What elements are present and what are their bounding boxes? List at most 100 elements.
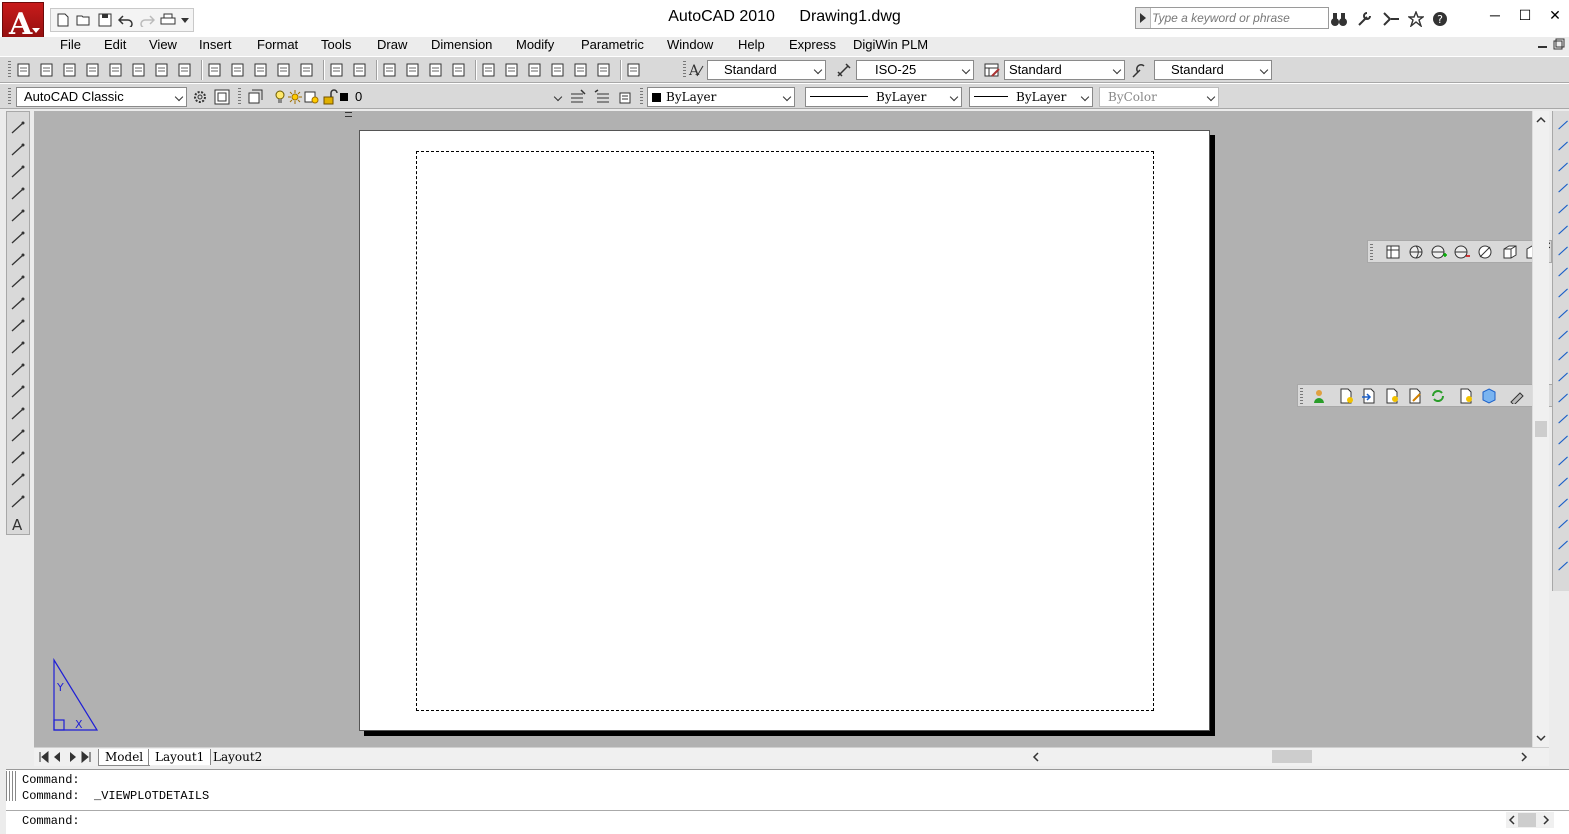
vertical-scrollbar[interactable]: [1532, 111, 1549, 747]
user-icon[interactable]: [1311, 388, 1327, 404]
redo-icon[interactable]: [352, 62, 368, 78]
multileader-style-combo[interactable]: Standard: [1154, 60, 1272, 80]
multiline-text-icon[interactable]: A: [10, 516, 26, 532]
favorites-star-icon[interactable]: [1408, 11, 1424, 27]
workspace-combo[interactable]: AutoCAD Classic: [16, 87, 187, 107]
table-style-combo[interactable]: Standard: [1004, 60, 1125, 80]
menu-tools[interactable]: Tools: [321, 37, 351, 53]
rectangle-icon[interactable]: [10, 208, 26, 224]
modify-tool-icon[interactable]: [1557, 180, 1569, 196]
menu-modify[interactable]: Modify: [516, 37, 554, 53]
workspace-settings-icon[interactable]: [192, 89, 208, 105]
3dprint-icon[interactable]: [154, 62, 170, 78]
help-icon[interactable]: ?: [1432, 11, 1448, 27]
search-expand-icon[interactable]: [1136, 8, 1151, 28]
linetype-combo[interactable]: ByLayer: [805, 87, 962, 107]
orbit-globe-icon[interactable]: [1408, 244, 1424, 260]
modify-tool-icon[interactable]: [1557, 495, 1569, 511]
cube-blue-icon[interactable]: [1481, 388, 1497, 404]
help-icon[interactable]: [626, 62, 642, 78]
zoom-previous-icon[interactable]: [451, 62, 467, 78]
modify-tool-icon[interactable]: [1557, 516, 1569, 532]
toolbar-grip[interactable]: [1300, 388, 1303, 404]
tab-layout1[interactable]: Layout1: [148, 749, 212, 765]
wrench-icon[interactable]: [1356, 11, 1374, 27]
document-restore-icon[interactable]: [1553, 38, 1565, 50]
new-icon[interactable]: [54, 11, 72, 29]
modify-tool-icon[interactable]: [1557, 264, 1569, 280]
modify-tool-icon[interactable]: [1557, 369, 1569, 385]
make-object-layer-current-icon[interactable]: [570, 89, 586, 105]
styles-toolbar-grip[interactable]: [683, 61, 686, 79]
table-style-icon[interactable]: [984, 62, 1000, 78]
refresh-icon[interactable]: [1430, 388, 1446, 404]
lineweight-combo[interactable]: ByLayer: [969, 87, 1093, 107]
paste-special-icon[interactable]: [276, 62, 292, 78]
document-add-icon[interactable]: [1458, 388, 1474, 404]
plot-preview-icon[interactable]: [108, 62, 124, 78]
splitter-handle[interactable]: [345, 112, 352, 117]
save-icon[interactable]: [62, 62, 78, 78]
spline-icon[interactable]: [10, 296, 26, 312]
arc-icon[interactable]: [10, 230, 26, 246]
paste-icon[interactable]: [253, 62, 269, 78]
document-star-icon[interactable]: [1384, 388, 1400, 404]
toolbar-grip[interactable]: [8, 88, 11, 106]
layer-previous-icon[interactable]: [594, 89, 610, 105]
region-icon[interactable]: [10, 472, 26, 488]
menu-window[interactable]: Window: [667, 37, 713, 53]
modify-tool-icon[interactable]: [1557, 390, 1569, 406]
modify-tool-icon[interactable]: [1557, 453, 1569, 469]
layer-properties-icon[interactable]: [247, 89, 263, 105]
toolbar-grip[interactable]: [1370, 244, 1373, 260]
plot-icon[interactable]: [159, 11, 177, 29]
point-icon[interactable]: [10, 406, 26, 422]
text-style-icon[interactable]: A: [688, 62, 704, 78]
orbit-remove-icon[interactable]: [1454, 244, 1470, 260]
horizontal-scroll-thumb[interactable]: [1272, 750, 1312, 763]
table-icon[interactable]: [10, 494, 26, 510]
copy-icon[interactable]: [230, 62, 246, 78]
insert-block-icon[interactable]: [10, 362, 26, 378]
text-style-combo[interactable]: Standard: [707, 60, 826, 80]
color-combo[interactable]: ByLayer: [647, 87, 795, 107]
dim-style-icon[interactable]: [836, 62, 852, 78]
document-minimize-icon[interactable]: [1537, 38, 1549, 50]
polyline-icon[interactable]: [10, 164, 26, 180]
plot-icon[interactable]: [85, 62, 101, 78]
command-scroll-thumb[interactable]: [1518, 813, 1536, 827]
menu-view[interactable]: View: [149, 37, 177, 53]
scroll-left-icon[interactable]: [1508, 815, 1516, 825]
command-input[interactable]: [90, 813, 1490, 829]
modify-tool-icon[interactable]: [1557, 474, 1569, 490]
ellipse-icon[interactable]: [10, 318, 26, 334]
maximize-button[interactable]: ☐: [1510, 4, 1540, 26]
menu-file[interactable]: File: [60, 37, 81, 53]
publish-icon[interactable]: [131, 62, 147, 78]
ellipse-arc-icon[interactable]: [10, 340, 26, 356]
layers-grip[interactable]: [238, 88, 241, 106]
layer-combo[interactable]: 0: [350, 87, 566, 107]
command-scrollbar[interactable]: [1506, 812, 1554, 828]
application-menu-button[interactable]: A: [2, 2, 44, 42]
save-icon[interactable]: [96, 11, 114, 29]
menu-digiwin-plm[interactable]: DigiWin PLM: [853, 37, 928, 53]
search-input[interactable]: [1152, 8, 1326, 28]
box-3d-icon[interactable]: [1502, 244, 1518, 260]
zoom-window-icon[interactable]: [428, 62, 444, 78]
properties-grip[interactable]: [640, 88, 643, 106]
menu-parametric[interactable]: Parametric: [581, 37, 644, 53]
modify-tool-icon[interactable]: [1557, 558, 1569, 574]
undo-icon[interactable]: [329, 62, 345, 78]
minimize-button[interactable]: ─: [1480, 4, 1510, 26]
markup-icon[interactable]: [573, 62, 589, 78]
toolbar-grip[interactable]: [8, 61, 11, 79]
modify-tool-icon[interactable]: [1557, 138, 1569, 154]
modify-tool-icon[interactable]: [1557, 348, 1569, 364]
modify-tool-icon[interactable]: [1557, 285, 1569, 301]
zoom-realtime-icon[interactable]: [405, 62, 421, 78]
sheet-set-icon[interactable]: [550, 62, 566, 78]
cut-icon[interactable]: [207, 62, 223, 78]
qnew-icon[interactable]: [16, 62, 32, 78]
pan-icon[interactable]: [382, 62, 398, 78]
